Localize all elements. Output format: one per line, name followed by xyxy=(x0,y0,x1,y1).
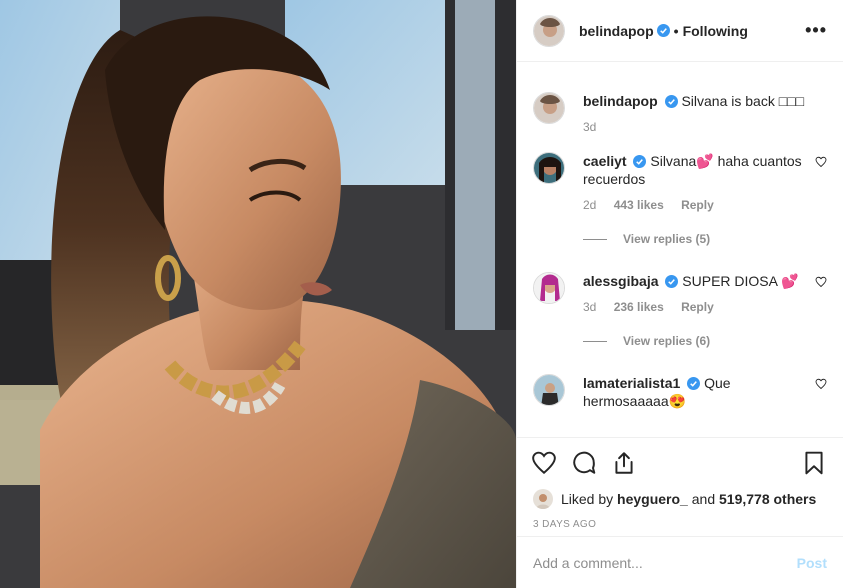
commenter-avatar[interactable] xyxy=(533,374,565,406)
comment-item: lamaterialista1 Que hermosaaaaa😍 xyxy=(533,374,827,410)
verified-badge-icon xyxy=(656,24,670,37)
verified-badge-icon xyxy=(633,155,647,168)
commenter-avatar[interactable] xyxy=(533,272,565,304)
share-icon[interactable] xyxy=(611,450,637,476)
comment-body: alessgibaja SUPER DIOSA 💕 3d 236 likes R… xyxy=(583,272,807,314)
comment-meta: 3d 236 likes Reply xyxy=(583,300,807,314)
caption-text: Silvana is back □□□ xyxy=(681,93,805,109)
author-username[interactable]: belindapop xyxy=(579,23,654,39)
post-header: belindapop • Following ••• xyxy=(517,0,843,62)
post-comment-button[interactable]: Post xyxy=(797,555,827,571)
comment-body: lamaterialista1 Que hermosaaaaa😍 xyxy=(583,374,807,410)
likes-count[interactable]: 519,778 others xyxy=(719,491,816,507)
comment-icon[interactable] xyxy=(571,450,597,476)
comment-like-heart-icon[interactable] xyxy=(815,156,827,168)
caption-body: belindapop Silvana is back □□□ 3d xyxy=(583,92,807,134)
comment-like-heart-icon[interactable] xyxy=(815,276,827,288)
replies-divider xyxy=(583,340,607,342)
view-replies-label[interactable]: View replies (5) xyxy=(623,232,710,246)
post-details-panel: belindapop • Following ••• belindapop Si… xyxy=(516,0,843,588)
add-comment-bar: Post xyxy=(517,536,843,588)
likes-prefix: Liked by xyxy=(561,491,614,507)
comment-username[interactable]: alessgibaja xyxy=(583,273,659,289)
caption-time: 3d xyxy=(583,120,597,134)
comment-username[interactable]: lamaterialista1 xyxy=(583,375,680,391)
action-icons xyxy=(517,438,843,488)
reply-button[interactable]: Reply xyxy=(681,300,714,314)
comment-meta: 2d 443 likes Reply xyxy=(583,198,807,212)
reply-button[interactable]: Reply xyxy=(681,198,714,212)
caption-meta: 3d xyxy=(583,120,807,134)
following-button[interactable]: Following xyxy=(683,23,748,39)
comment-likes[interactable]: 236 likes xyxy=(614,300,664,314)
post-actions: Liked by heyguero_ and 519,778 others 3 … xyxy=(517,437,843,530)
heart-icon[interactable] xyxy=(531,450,557,476)
comment-username[interactable]: caeliyt xyxy=(583,153,627,169)
caption-author-avatar[interactable] xyxy=(533,92,565,124)
view-replies-label[interactable]: View replies (6) xyxy=(623,334,710,348)
verified-badge-icon xyxy=(665,275,679,288)
author-avatar[interactable] xyxy=(533,14,565,47)
bookmark-icon[interactable] xyxy=(801,450,827,476)
comment-time: 2d xyxy=(583,198,597,212)
comment-input[interactable] xyxy=(533,554,797,571)
liker-username[interactable]: heyguero_ xyxy=(617,491,688,507)
comments-list[interactable]: belindapop Silvana is back □□□ 3d caeliy… xyxy=(517,80,843,437)
comment-like-heart-icon[interactable] xyxy=(815,378,827,390)
view-replies-button[interactable]: View replies (5) xyxy=(583,232,827,246)
caption: belindapop Silvana is back □□□ 3d xyxy=(533,92,827,134)
commenter-avatar[interactable] xyxy=(533,152,565,184)
comment-text: SUPER DIOSA 💕 xyxy=(682,273,799,289)
post-date[interactable]: 3 DAYS AGO xyxy=(517,519,843,530)
header-separator: • xyxy=(673,22,679,39)
comment-time: 3d xyxy=(583,300,597,314)
comment-item: alessgibaja SUPER DIOSA 💕 3d 236 likes R… xyxy=(533,272,827,314)
comment-item: caeliyt Silvana💕 haha cuantos recuerdos … xyxy=(533,152,827,212)
comment-body: caeliyt Silvana💕 haha cuantos recuerdos … xyxy=(583,152,807,212)
more-options-icon[interactable]: ••• xyxy=(805,20,827,41)
liker-avatar[interactable] xyxy=(533,489,553,509)
comment-likes[interactable]: 443 likes xyxy=(614,198,664,212)
verified-badge-icon xyxy=(664,95,678,108)
verified-badge-icon xyxy=(687,377,701,390)
likes-middle: and xyxy=(691,491,716,507)
post-image xyxy=(0,0,516,588)
caption-username[interactable]: belindapop xyxy=(583,93,658,109)
view-replies-button[interactable]: View replies (6) xyxy=(583,334,827,348)
likes-summary: Liked by heyguero_ and 519,778 others xyxy=(517,488,843,510)
replies-divider xyxy=(583,238,607,240)
post-photo xyxy=(0,0,516,588)
